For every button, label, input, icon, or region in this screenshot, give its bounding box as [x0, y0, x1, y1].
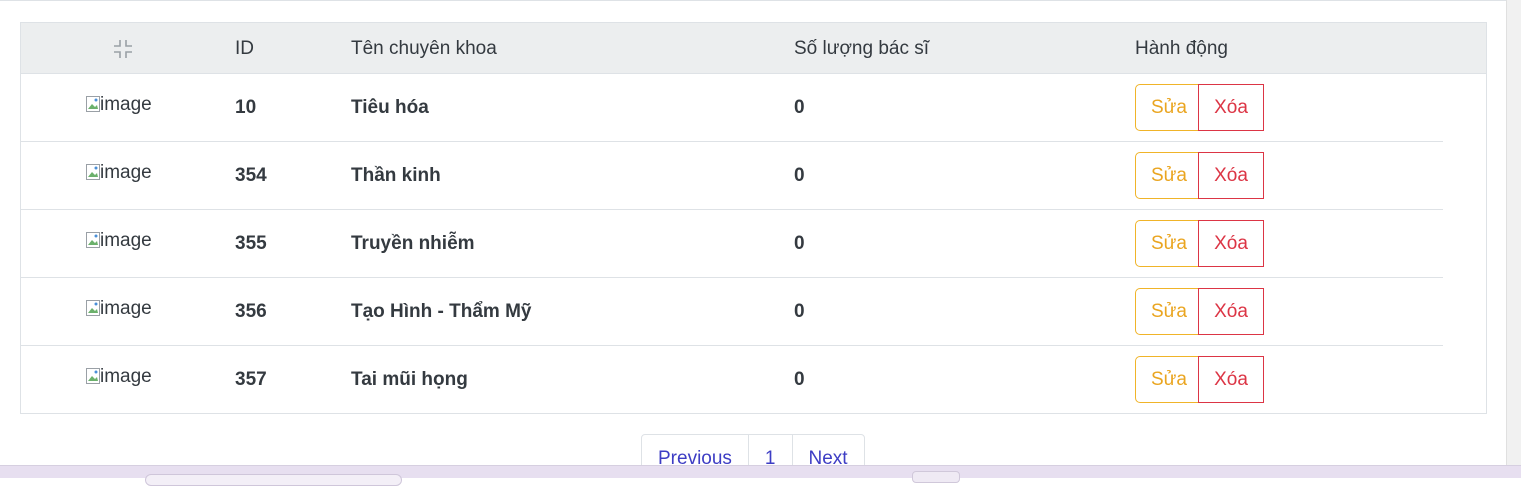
action-buttons: Sửa Xóa — [1135, 288, 1264, 335]
cell-name: Thần kinh — [351, 165, 441, 186]
cell-name: Truyền nhiễm — [351, 233, 475, 254]
edit-button[interactable]: Sửa — [1135, 220, 1199, 267]
cell-doctors: 0 — [794, 97, 805, 118]
delete-button[interactable]: Xóa — [1198, 84, 1264, 131]
specialty-image: image — [86, 230, 152, 254]
edit-button[interactable]: Sửa — [1135, 152, 1199, 199]
specialty-image: image — [86, 298, 152, 322]
vertical-scrollbar[interactable] — [1506, 0, 1521, 465]
cell-doctors: 0 — [794, 369, 805, 390]
cell-doctors: 0 — [794, 301, 805, 322]
cell-doctors: 0 — [794, 233, 805, 254]
image-alt-text: image — [100, 94, 152, 115]
taskbar-search[interactable] — [145, 474, 402, 486]
action-buttons: Sửa Xóa — [1135, 220, 1264, 267]
edit-button[interactable]: Sửa — [1135, 288, 1199, 335]
table-row: image 10 Tiêu hóa 0 Sửa Xóa — [21, 74, 1443, 142]
cell-name: Tai mũi họng — [351, 369, 468, 390]
broken-image-icon — [86, 164, 100, 180]
cell-name: Tiêu hóa — [351, 97, 429, 118]
delete-button[interactable]: Xóa — [1198, 152, 1264, 199]
broken-image-icon — [86, 368, 100, 384]
image-alt-text: image — [100, 366, 152, 387]
cell-id: 10 — [235, 97, 257, 118]
table-header: ID Tên chuyên khoa Số lượng bác sĩ Hành … — [21, 23, 1486, 74]
table-row: image 354 Thần kinh 0 Sửa Xóa — [21, 142, 1443, 210]
cell-id: 354 — [235, 165, 267, 186]
image-alt-text: image — [100, 162, 152, 183]
table-row: image 357 Tai mũi họng 0 Sửa Xóa — [21, 346, 1486, 414]
header-id: ID — [235, 38, 254, 59]
broken-image-icon — [86, 232, 100, 248]
specialty-image: image — [86, 366, 152, 390]
delete-button[interactable]: Xóa — [1198, 356, 1264, 403]
broken-image-icon — [86, 300, 100, 316]
cell-name: Tạo Hình - Thẩm Mỹ — [351, 301, 532, 322]
specialty-image: image — [86, 162, 152, 186]
image-alt-text: image — [100, 298, 152, 319]
cell-id: 355 — [235, 233, 267, 254]
edit-button[interactable]: Sửa — [1135, 84, 1199, 131]
specialty-image: image — [86, 94, 152, 118]
taskbar-item[interactable] — [912, 471, 960, 483]
table-row: image 356 Tạo Hình - Thẩm Mỹ 0 Sửa Xóa — [21, 278, 1443, 346]
broken-image-icon — [86, 96, 100, 112]
cell-doctors: 0 — [794, 165, 805, 186]
action-buttons: Sửa Xóa — [1135, 84, 1264, 131]
specialty-table: ID Tên chuyên khoa Số lượng bác sĩ Hành … — [20, 22, 1487, 414]
top-divider — [0, 0, 1506, 1]
action-buttons: Sửa Xóa — [1135, 152, 1264, 199]
delete-button[interactable]: Xóa — [1198, 288, 1264, 335]
collapse-icon[interactable] — [113, 39, 133, 59]
header-actions: Hành động — [1135, 38, 1228, 59]
header-doctors: Số lượng bác sĩ — [794, 38, 930, 59]
action-buttons: Sửa Xóa — [1135, 356, 1264, 403]
image-alt-text: image — [100, 230, 152, 251]
delete-button[interactable]: Xóa — [1198, 220, 1264, 267]
cell-id: 357 — [235, 369, 267, 390]
cell-id: 356 — [235, 301, 267, 322]
edit-button[interactable]: Sửa — [1135, 356, 1199, 403]
table-row: image 355 Truyền nhiễm 0 Sửa Xóa — [21, 210, 1443, 278]
header-name: Tên chuyên khoa — [351, 38, 497, 59]
